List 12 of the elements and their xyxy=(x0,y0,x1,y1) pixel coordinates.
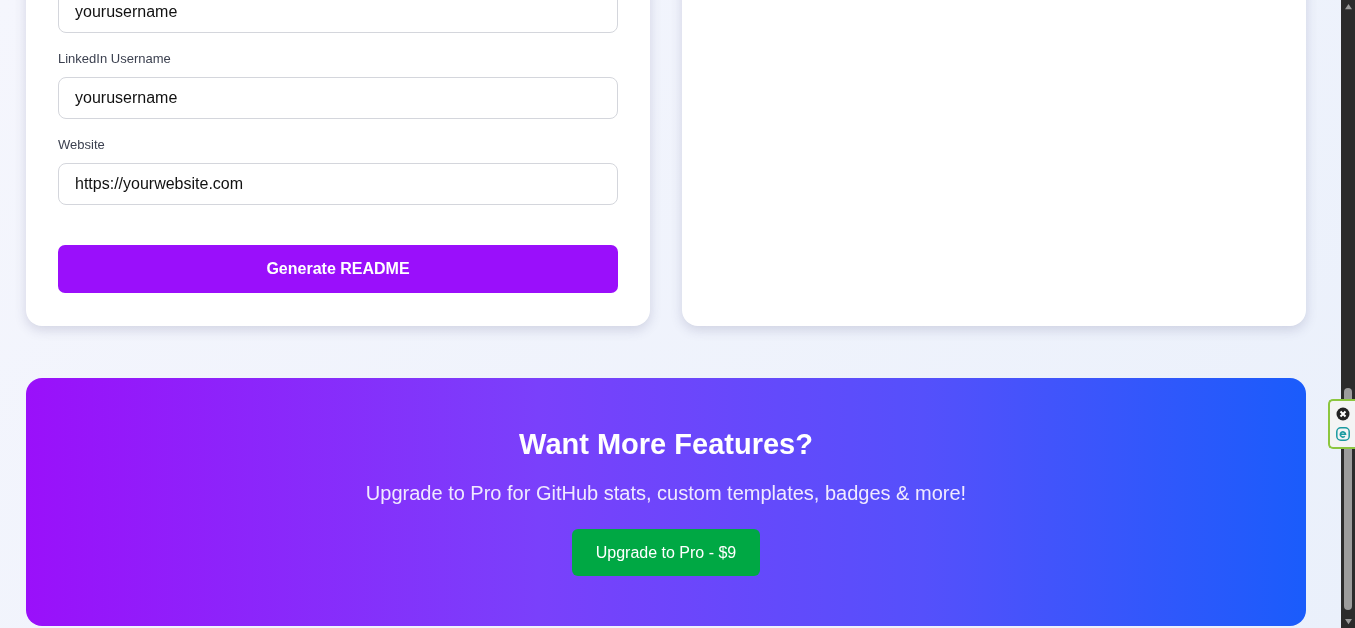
scroll-up-icon[interactable] xyxy=(1343,3,1353,10)
promo-subtitle: Upgrade to Pro for GitHub stats, custom templates, badges & more! xyxy=(365,481,967,505)
close-icon[interactable] xyxy=(1335,407,1350,421)
promo-title: Want More Features? xyxy=(519,427,813,461)
input-field[interactable]: yourusername xyxy=(58,77,618,119)
input-field[interactable]: https://yourwebsite.com xyxy=(58,163,618,205)
scrollbar[interactable] xyxy=(1341,0,1355,628)
scroll-down-icon[interactable] xyxy=(1343,618,1353,625)
field-label: Website xyxy=(58,137,106,153)
input-field[interactable]: yourusername xyxy=(58,0,618,33)
generate-button[interactable]: Generate README xyxy=(58,245,618,293)
field-label: LinkedIn Username xyxy=(58,51,172,67)
